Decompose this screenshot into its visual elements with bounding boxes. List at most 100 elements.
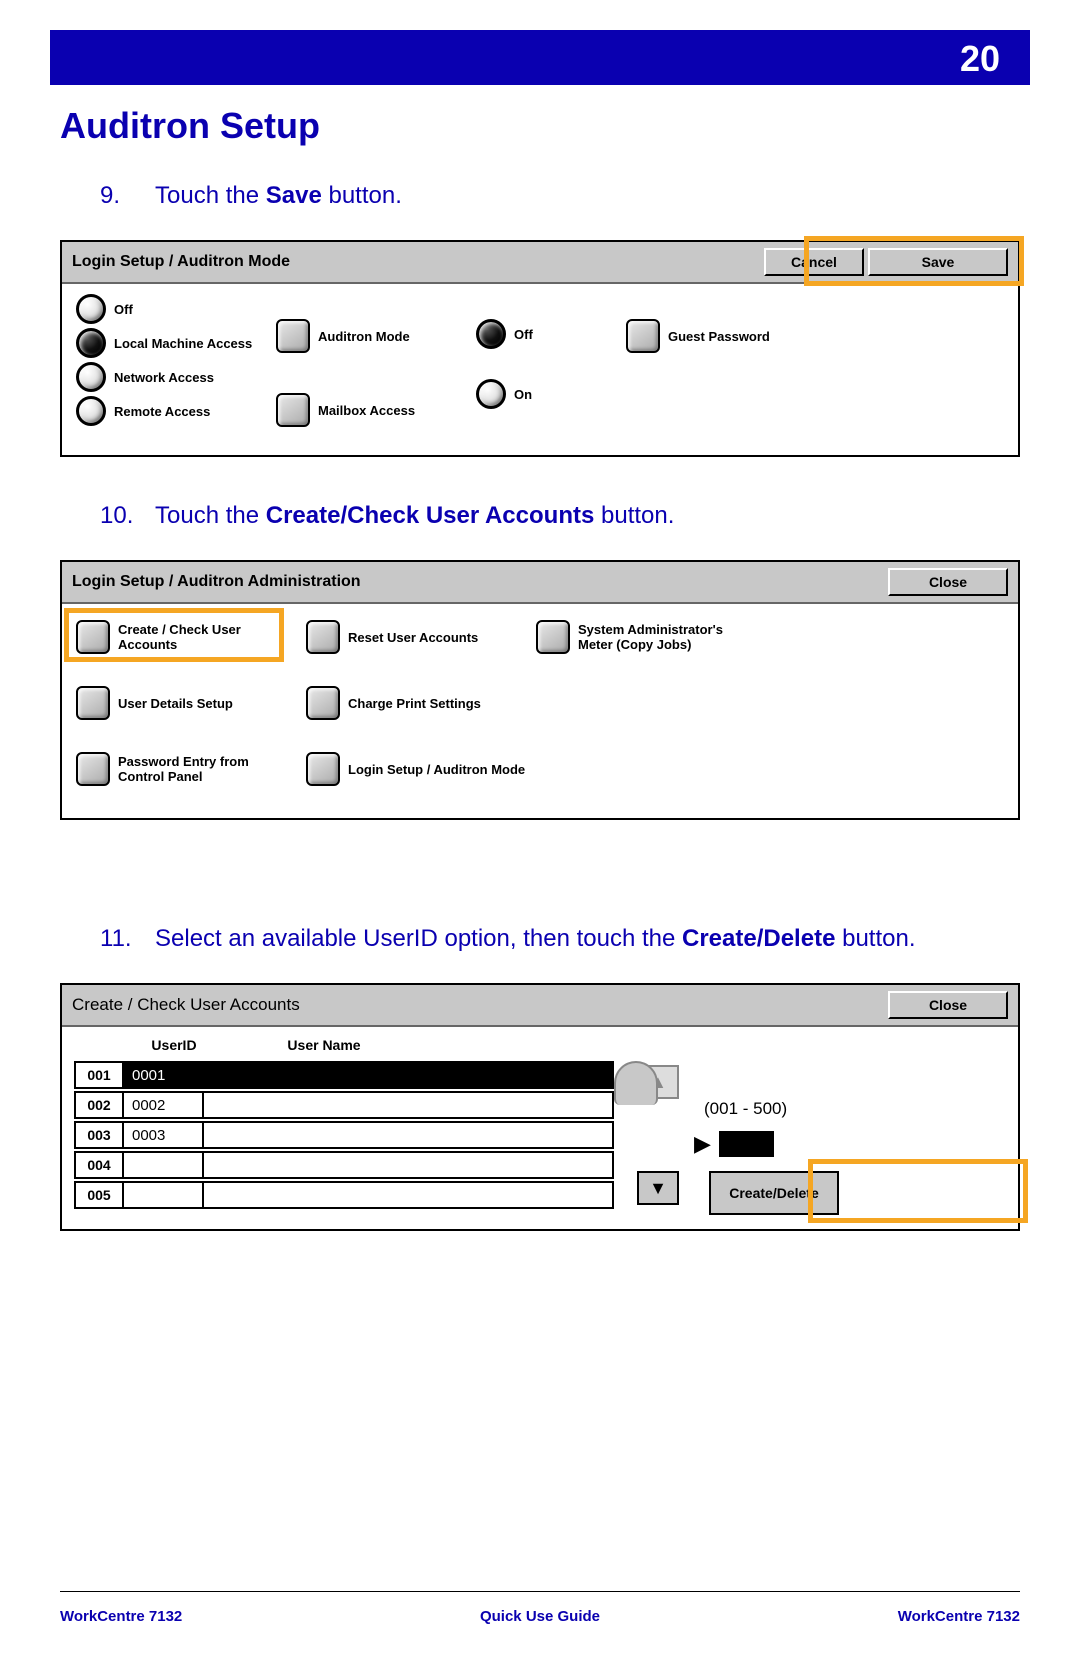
step-number: 9.	[100, 182, 155, 210]
row-userid: 0001	[124, 1063, 204, 1087]
step-10: 10. Touch the Create/Check User Accounts…	[100, 502, 1020, 530]
panel2-title: Login Setup / Auditron Administration	[72, 573, 361, 591]
user-details-setup-button[interactable]	[76, 686, 110, 720]
sys-admin-meter-label: System Administrator's Meter (Copy Jobs)	[578, 622, 728, 652]
radio-local-machine[interactable]	[76, 328, 106, 358]
auditron-mode-button[interactable]	[276, 319, 310, 353]
footer: WorkCentre 7132 Quick Use Guide WorkCent…	[60, 1591, 1020, 1625]
guest-password-button[interactable]	[626, 319, 660, 353]
reset-user-accounts-button[interactable]	[306, 620, 340, 654]
mailbox-access-button[interactable]	[276, 393, 310, 427]
step-pre: Touch the	[155, 182, 266, 209]
step-pre: Select an available UserID option, then …	[155, 925, 682, 952]
step-bold: Create/Check User Accounts	[266, 502, 595, 529]
password-entry-button[interactable]	[76, 752, 110, 786]
row-index: 004	[76, 1153, 124, 1177]
step-number: 10.	[100, 502, 155, 530]
save-button[interactable]: Save	[868, 248, 1008, 276]
radio-network[interactable]	[76, 362, 106, 392]
step-bold: Save	[266, 182, 322, 209]
row-index: 002	[76, 1093, 124, 1117]
row-userid: 0002	[124, 1093, 204, 1117]
close-button[interactable]: Close	[888, 991, 1008, 1019]
create-delete-button[interactable]: Create/Delete	[709, 1171, 839, 1215]
login-setup-mode-button[interactable]	[306, 752, 340, 786]
radio-mode-off-label: Off	[514, 327, 533, 342]
table-row[interactable]: 004	[74, 1151, 614, 1179]
table-row[interactable]: 003 0003	[74, 1121, 614, 1149]
step-post: button.	[835, 925, 915, 952]
page-number: 20	[960, 38, 1000, 80]
page-title: Auditron Setup	[60, 105, 1020, 147]
step-post: button.	[322, 182, 402, 209]
radio-mode-on[interactable]	[476, 379, 506, 409]
column-username: User Name	[224, 1037, 424, 1053]
reset-user-label: Reset User Accounts	[348, 630, 478, 645]
scroll-handle-icon	[614, 1061, 658, 1105]
row-userid: 0003	[124, 1123, 204, 1147]
sys-admin-meter-button[interactable]	[536, 620, 570, 654]
row-username	[204, 1063, 612, 1087]
step-text: Touch the Save button.	[155, 182, 402, 210]
create-check-user-accounts-button[interactable]	[76, 620, 110, 654]
user-details-label: User Details Setup	[118, 696, 233, 711]
charge-print-label: Charge Print Settings	[348, 696, 481, 711]
radio-network-label: Network Access	[114, 370, 214, 385]
row-index: 005	[76, 1183, 124, 1207]
guest-password-label: Guest Password	[668, 329, 770, 344]
table-row[interactable]: 005	[74, 1181, 614, 1209]
step-text: Select an available UserID option, then …	[155, 925, 915, 953]
panel-create-check-users: Create / Check User Accounts Close UserI…	[60, 983, 1020, 1231]
row-index: 003	[76, 1123, 124, 1147]
range-label: (001 - 500)	[704, 1099, 1006, 1119]
radio-off-label: Off	[114, 302, 133, 317]
mailbox-access-label: Mailbox Access	[318, 403, 415, 418]
row-username	[204, 1153, 612, 1177]
table-row[interactable]: 001 0001	[74, 1061, 614, 1089]
step-number: 11.	[100, 925, 155, 953]
panel2-header: Login Setup / Auditron Administration Cl…	[62, 562, 1018, 604]
footer-left: WorkCentre 7132	[60, 1608, 182, 1625]
column-userid: UserID	[124, 1037, 224, 1053]
close-button[interactable]: Close	[888, 568, 1008, 596]
auditron-mode-label: Auditron Mode	[318, 329, 410, 344]
step-11: 11. Select an available UserID option, t…	[100, 925, 1020, 953]
goto-input[interactable]	[719, 1131, 774, 1157]
scroll-down-button[interactable]: ▼	[637, 1171, 679, 1205]
panel1-header: Login Setup / Auditron Mode Cancel Save	[62, 242, 1018, 284]
password-entry-label: Password Entry from Control Panel	[118, 754, 268, 784]
row-username	[204, 1183, 612, 1207]
cancel-button[interactable]: Cancel	[764, 248, 864, 276]
step-bold: Create/Delete	[682, 925, 835, 952]
row-userid	[124, 1183, 204, 1207]
table-row[interactable]: 002 0002	[74, 1091, 614, 1119]
step-text: Touch the Create/Check User Accounts but…	[155, 502, 674, 530]
radio-mode-on-label: On	[514, 387, 532, 402]
step-pre: Touch the	[155, 502, 266, 529]
radio-off[interactable]	[76, 294, 106, 324]
step-post: button.	[594, 502, 674, 529]
radio-remote[interactable]	[76, 396, 106, 426]
goto-row: ▶	[694, 1131, 1006, 1157]
footer-right: WorkCentre 7132	[898, 1608, 1020, 1625]
play-icon: ▶	[694, 1131, 711, 1157]
radio-local-label: Local Machine Access	[114, 336, 252, 351]
panel3-title: Create / Check User Accounts	[72, 995, 300, 1015]
panel3-header: Create / Check User Accounts Close	[62, 985, 1018, 1027]
row-username	[204, 1093, 612, 1117]
radio-remote-label: Remote Access	[114, 404, 210, 419]
row-userid	[124, 1153, 204, 1177]
footer-center: Quick Use Guide	[480, 1608, 600, 1625]
panel-auditron-admin: Login Setup / Auditron Administration Cl…	[60, 560, 1020, 820]
create-check-user-accounts-item: Create / Check User Accounts	[76, 620, 306, 654]
row-username	[204, 1123, 612, 1147]
row-index: 001	[76, 1063, 124, 1087]
charge-print-settings-button[interactable]	[306, 686, 340, 720]
header-bar: 20	[50, 30, 1030, 85]
user-table: 001 0001 002 0002 003 0003 004	[74, 1061, 614, 1215]
panel1-title: Login Setup / Auditron Mode	[72, 253, 290, 271]
panel-auditron-mode: Login Setup / Auditron Mode Cancel Save …	[60, 240, 1020, 457]
radio-mode-off[interactable]	[476, 319, 506, 349]
create-check-label: Create / Check User Accounts	[118, 622, 268, 652]
login-setup-mode-label: Login Setup / Auditron Mode	[348, 762, 525, 777]
